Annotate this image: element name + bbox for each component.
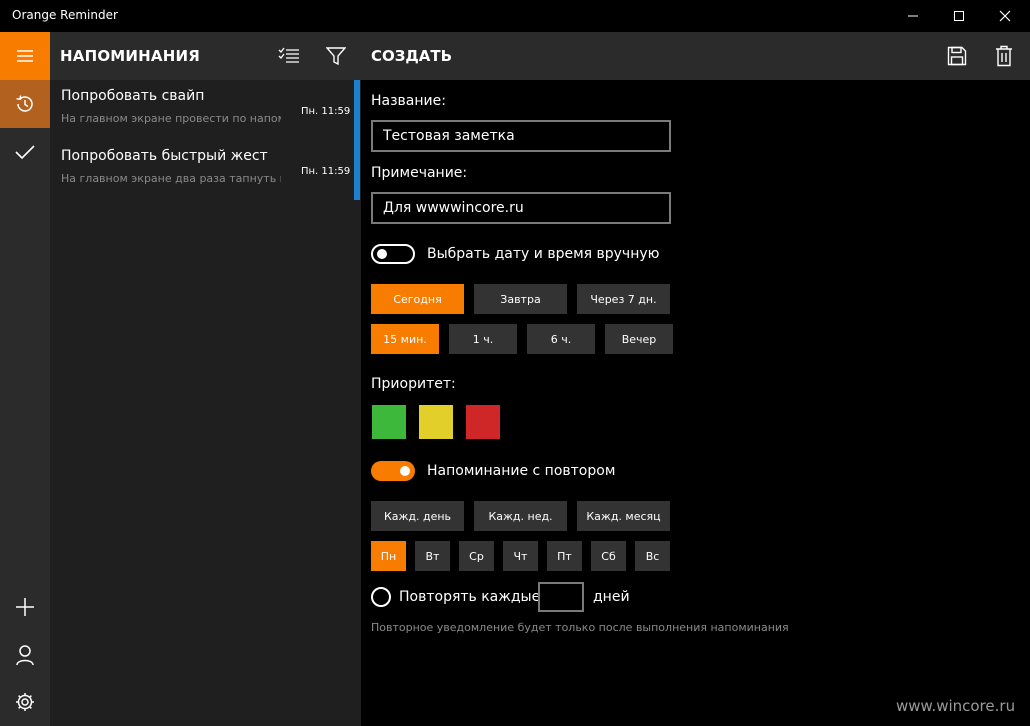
repeat-every-days-input[interactable]: [538, 582, 584, 612]
priority-red-swatch[interactable]: [466, 405, 500, 439]
name-field[interactable]: Тестовая заметка: [371, 120, 671, 152]
list-item[interactable]: Попробовать быстрый жест На главном экра…: [50, 140, 361, 200]
hamburger-menu-icon: [17, 50, 33, 62]
weekday-button-sun[interactable]: Вс: [635, 541, 670, 571]
hamburger-menu-button[interactable]: [0, 32, 50, 80]
weekday-button-wed[interactable]: Ср: [459, 541, 494, 571]
priority-yellow-swatch[interactable]: [419, 405, 453, 439]
time-button-1h[interactable]: 1 ч.: [449, 324, 517, 354]
weekday-button-sat[interactable]: Сб: [591, 541, 626, 571]
rail-item-completed[interactable]: [0, 128, 50, 176]
person-icon: [16, 645, 34, 666]
toggle-knob: [377, 249, 387, 259]
watermark: www.wincore.ru: [896, 697, 1016, 715]
delete-button[interactable]: [990, 42, 1018, 70]
add-icon: [16, 598, 34, 616]
reminder-marker: [354, 80, 360, 140]
manual-datetime-label: Выбрать дату и время вручную: [427, 246, 660, 262]
save-button[interactable]: [943, 42, 971, 70]
select-list-button[interactable]: [275, 42, 303, 70]
window-title: Orange Reminder: [12, 8, 118, 22]
day-button-tomorrow[interactable]: Завтра: [474, 284, 567, 314]
note-field[interactable]: Для wwwwincore.ru: [371, 192, 671, 224]
close-icon: [999, 10, 1011, 22]
time-button-evening[interactable]: Вечер: [605, 324, 673, 354]
create-header: СОЗДАТЬ: [361, 32, 1030, 80]
time-button-6h[interactable]: 6 ч.: [527, 324, 595, 354]
repeat-toggle-label: Напоминание с повтором: [427, 463, 616, 479]
history-icon: [16, 95, 33, 112]
maximize-button[interactable]: [936, 0, 982, 32]
rail-item-settings[interactable]: [0, 678, 50, 726]
repeat-toggle[interactable]: [371, 461, 415, 481]
rail-item-add[interactable]: [0, 583, 50, 631]
weekday-button-tue[interactable]: Вт: [415, 541, 450, 571]
repeat-button-daily[interactable]: Кажд. день: [371, 501, 464, 531]
list-title: НАПОМИНАНИЯ: [60, 47, 200, 65]
reminder-time: Пн. 11:59: [301, 106, 351, 117]
navigation-rail: [0, 32, 50, 726]
priority-green-swatch[interactable]: [372, 405, 406, 439]
reminder-time: Пн. 11:59: [301, 166, 351, 177]
reminder-subtitle: На главном экране провести по напоми: [61, 112, 281, 125]
save-icon: [947, 46, 967, 66]
reminder-title: Попробовать свайп: [61, 88, 205, 104]
weekday-button-fri[interactable]: Пт: [547, 541, 582, 571]
minimize-button[interactable]: [890, 0, 936, 32]
rail-item-account[interactable]: [0, 631, 50, 679]
list-header: НАПОМИНАНИЯ: [50, 32, 361, 80]
reminder-marker: [354, 140, 360, 200]
repeat-every-radio[interactable]: [371, 587, 391, 607]
minimize-icon: [908, 15, 918, 17]
toggle-knob: [400, 466, 410, 476]
weekday-button-thu[interactable]: Чт: [503, 541, 538, 571]
filter-button[interactable]: [322, 42, 350, 70]
title-bar: Orange Reminder: [0, 0, 1030, 32]
repeat-every-label: Повторять каждые: [399, 589, 541, 605]
repeat-button-monthly[interactable]: Кажд. месяц: [577, 501, 670, 531]
create-form: Название: Тестовая заметка Примечание: Д…: [361, 80, 1030, 726]
select-list-icon: [278, 47, 299, 63]
day-button-today[interactable]: Сегодня: [371, 284, 464, 314]
maximize-icon: [954, 11, 964, 21]
priority-label: Приоритет:: [371, 376, 456, 392]
weekday-button-mon[interactable]: Пн: [371, 541, 406, 571]
repeat-note: Повторное уведомление будет только после…: [371, 621, 789, 634]
reminder-title: Попробовать быстрый жест: [61, 148, 268, 164]
settings-gear-icon: [16, 693, 34, 711]
checkmark-icon: [15, 145, 35, 160]
delete-icon: [996, 45, 1012, 67]
reminder-subtitle: На главном экране два раза тапнуть по: [61, 172, 281, 185]
close-button[interactable]: [982, 0, 1028, 32]
manual-datetime-toggle[interactable]: [371, 244, 415, 264]
day-button-7days[interactable]: Через 7 дн.: [577, 284, 670, 314]
time-button-15min[interactable]: 15 мин.: [371, 324, 439, 354]
repeat-every-unit: дней: [593, 589, 630, 605]
reminder-list-pane: НАПОМИНАНИЯ Попробовать свайп На главном…: [50, 32, 361, 726]
repeat-button-weekly[interactable]: Кажд. нед.: [474, 501, 567, 531]
name-label: Название:: [371, 93, 446, 109]
filter-icon: [326, 47, 346, 66]
note-label: Примечание:: [371, 165, 468, 181]
list-item[interactable]: Попробовать свайп На главном экране пров…: [50, 80, 361, 140]
rail-item-history[interactable]: [0, 80, 50, 128]
create-title: СОЗДАТЬ: [371, 47, 453, 65]
